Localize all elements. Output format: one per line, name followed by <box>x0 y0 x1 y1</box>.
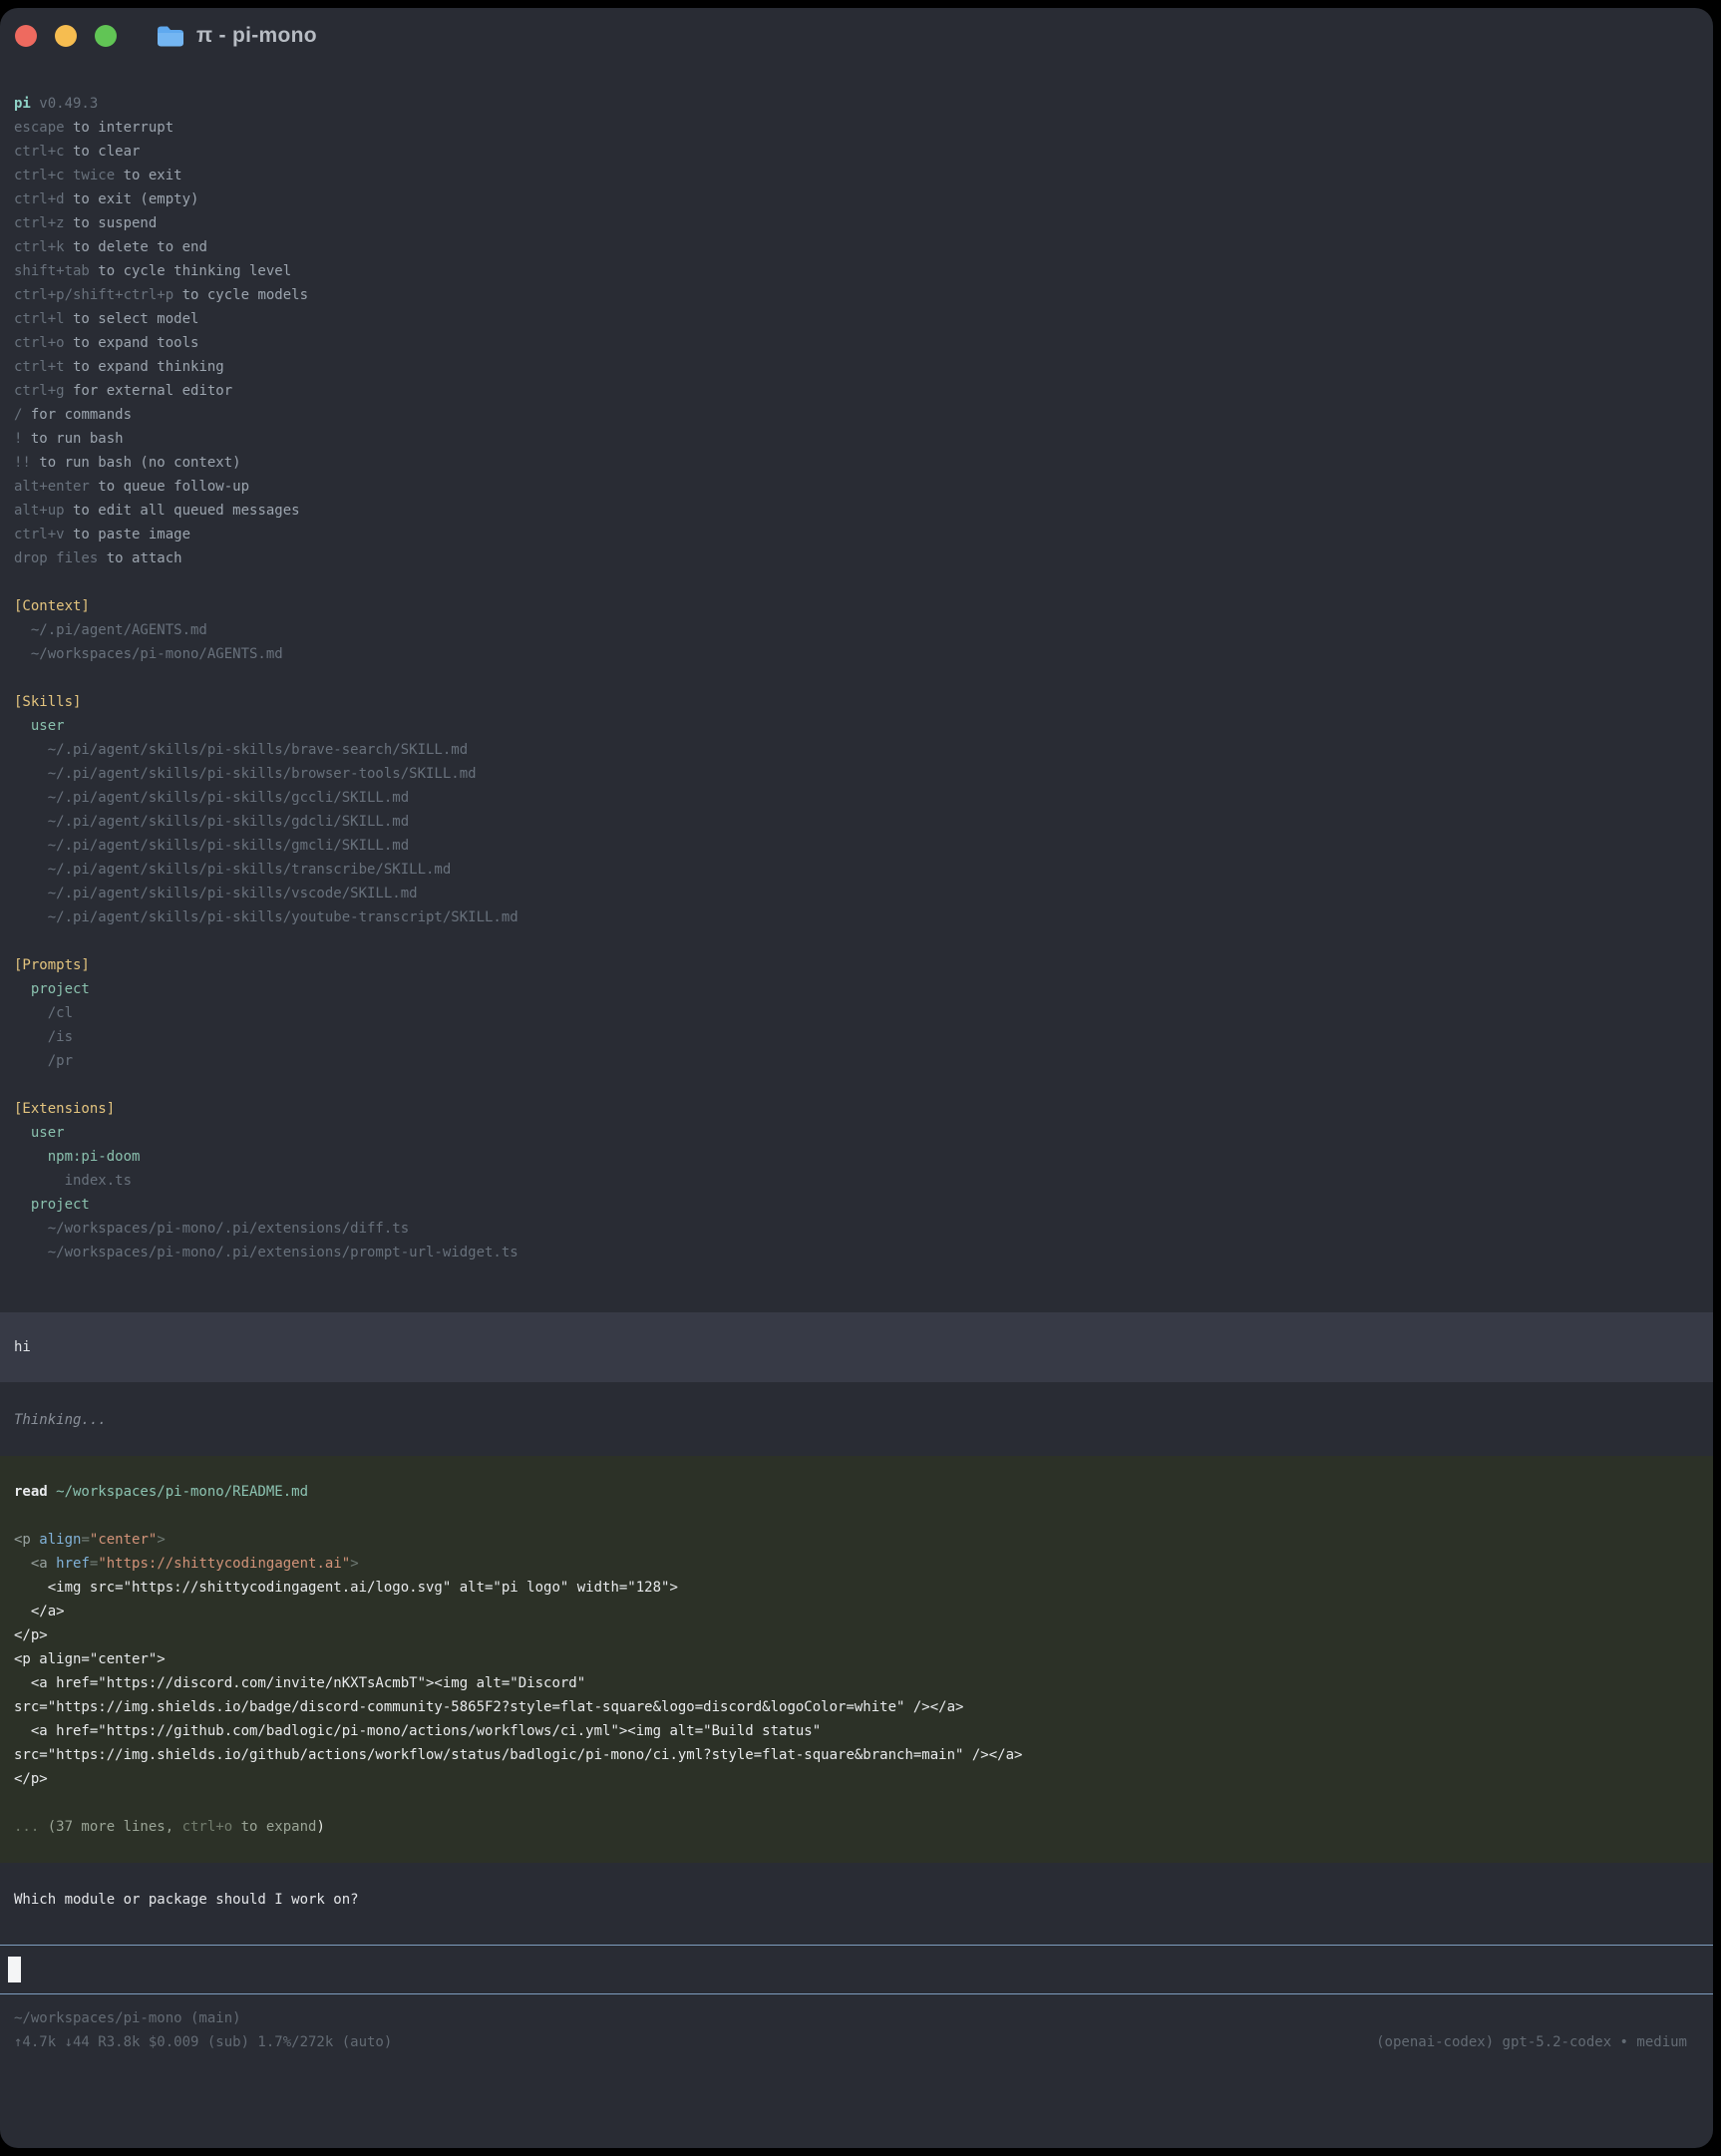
skill-path: ~/.pi/agent/skills/pi-skills/youtube-tra… <box>14 905 1699 929</box>
extensions-user-scope: user <box>14 1121 1699 1145</box>
shortcut-line: alt+up to edit all queued messages <box>14 499 1699 523</box>
user-message-band: hi <box>0 1312 1713 1382</box>
shortcut-line: ctrl+v to paste image <box>14 523 1699 546</box>
status-bar: ~/workspaces/pi-mono (main) ↑4.7k ↓44 R3… <box>14 1994 1699 2054</box>
shortcut-line: ctrl+o to expand tools <box>14 331 1699 355</box>
code-line: <a href="https://shittycodingagent.ai"> <box>14 1552 1699 1576</box>
code-line: </p> <box>14 1623 1699 1647</box>
extension-npm-file: index.ts <box>14 1169 1699 1193</box>
extension-path: ~/workspaces/pi-mono/.pi/extensions/diff… <box>14 1217 1699 1241</box>
extension-path: ~/workspaces/pi-mono/.pi/extensions/prom… <box>14 1241 1699 1264</box>
code-line: src="https://img.shields.io/badge/discor… <box>14 1695 1699 1719</box>
blank-line <box>14 1791 1699 1815</box>
prompt-item: /is <box>14 1025 1699 1049</box>
code-line: <p align="center"> <box>14 1528 1699 1552</box>
text-cursor <box>8 1957 21 1982</box>
terminal-content: pi v0.49.3 escape to interrupt ctrl+c to… <box>0 64 1713 2054</box>
blank-line <box>14 1504 1699 1528</box>
extensions-project-scope: project <box>14 1193 1699 1217</box>
shortcut-line: ctrl+l to select model <box>14 307 1699 331</box>
status-row: ↑4.7k ↓44 R3.8k $0.009 (sub) 1.7%/272k (… <box>14 2030 1699 2054</box>
blank-line <box>14 1073 1699 1097</box>
code-line: <img src="https://shittycodingagent.ai/l… <box>14 1576 1699 1600</box>
close-window-button[interactable] <box>15 25 37 47</box>
zoom-window-button[interactable] <box>95 25 117 47</box>
prompt-input[interactable] <box>0 1945 1713 1994</box>
shortcut-line: / for commands <box>14 403 1699 427</box>
app-name: pi <box>14 96 31 112</box>
shortcut-line: ctrl+g for external editor <box>14 379 1699 403</box>
shortcut-line: escape to interrupt <box>14 116 1699 140</box>
prompt-item: /pr <box>14 1049 1699 1073</box>
code-line: src="https://img.shields.io/github/actio… <box>14 1743 1699 1767</box>
minimize-window-button[interactable] <box>55 25 77 47</box>
shortcut-line: shift+tab to cycle thinking level <box>14 259 1699 283</box>
code-line: <a href="https://discord.com/invite/nKXT… <box>14 1671 1699 1695</box>
blank-line <box>14 666 1699 690</box>
assistant-message: Which module or package should I work on… <box>14 1888 1699 1912</box>
prompts-scope: project <box>14 977 1699 1001</box>
extension-npm-package: npm:pi-doom <box>14 1145 1699 1169</box>
skill-path: ~/.pi/agent/skills/pi-skills/vscode/SKIL… <box>14 882 1699 905</box>
tool-call-band: read ~/workspaces/pi-mono/README.md <p a… <box>0 1456 1713 1863</box>
context-path: ~/.pi/agent/AGENTS.md <box>14 618 1699 642</box>
shortcut-line: ctrl+z to suspend <box>14 211 1699 235</box>
app-version: v0.49.3 <box>31 96 98 112</box>
skill-path: ~/.pi/agent/skills/pi-skills/gccli/SKILL… <box>14 786 1699 810</box>
shortcut-line: ! to run bash <box>14 427 1699 451</box>
skill-path: ~/.pi/agent/skills/pi-skills/gdcli/SKILL… <box>14 810 1699 834</box>
prompt-item: /cl <box>14 1001 1699 1025</box>
version-line: pi v0.49.3 <box>14 92 1699 116</box>
truncation-notice: ... (37 more lines, ctrl+o to expand) <box>14 1815 1699 1839</box>
code-line: <p align="center"> <box>14 1647 1699 1671</box>
shortcut-line: ctrl+c to clear <box>14 140 1699 164</box>
skill-path: ~/.pi/agent/skills/pi-skills/brave-searc… <box>14 738 1699 762</box>
skills-section-header: [Skills] <box>14 690 1699 714</box>
context-section-header: [Context] <box>14 594 1699 618</box>
titlebar: π - pi-mono <box>0 8 1713 64</box>
shortcut-line: drop files to attach <box>14 546 1699 570</box>
code-line: <a href="https://github.com/badlogic/pi-… <box>14 1719 1699 1743</box>
window-title: π - pi-mono <box>196 24 317 48</box>
blank-line <box>14 570 1699 594</box>
prompts-section-header: [Prompts] <box>14 953 1699 977</box>
shortcut-line: ctrl+d to exit (empty) <box>14 187 1699 211</box>
shortcut-line: ctrl+c twice to exit <box>14 164 1699 187</box>
tool-name: read <box>14 1484 48 1500</box>
code-line: </a> <box>14 1600 1699 1623</box>
shortcut-line: ctrl+p/shift+ctrl+p to cycle models <box>14 283 1699 307</box>
skill-path: ~/.pi/agent/skills/pi-skills/transcribe/… <box>14 858 1699 882</box>
shortcut-line: ctrl+t to expand thinking <box>14 355 1699 379</box>
thinking-indicator: Thinking... <box>14 1408 1699 1432</box>
tool-call-header: read ~/workspaces/pi-mono/README.md <box>14 1480 1699 1504</box>
folder-icon <box>157 25 184 47</box>
shortcut-line: alt+enter to queue follow-up <box>14 475 1699 499</box>
skill-path: ~/.pi/agent/skills/pi-skills/browser-too… <box>14 762 1699 786</box>
skills-scope: user <box>14 714 1699 738</box>
terminal-window: π - pi-mono pi v0.49.3 escape to interru… <box>0 8 1713 2148</box>
shortcut-line: !! to run bash (no context) <box>14 451 1699 475</box>
user-message: hi <box>14 1335 1699 1359</box>
context-path: ~/workspaces/pi-mono/AGENTS.md <box>14 642 1699 666</box>
extensions-section-header: [Extensions] <box>14 1097 1699 1121</box>
shortcut-line: ctrl+k to delete to end <box>14 235 1699 259</box>
status-model-info: (openai-codex) gpt-5.2-codex • medium <box>1376 2030 1687 2054</box>
skill-path: ~/.pi/agent/skills/pi-skills/gmcli/SKILL… <box>14 834 1699 858</box>
code-line: </p> <box>14 1767 1699 1791</box>
status-cwd: ~/workspaces/pi-mono (main) <box>14 2006 1699 2030</box>
tool-arg-path: ~/workspaces/pi-mono/README.md <box>48 1484 308 1500</box>
blank-line <box>14 929 1699 953</box>
status-token-stats: ↑4.7k ↓44 R3.8k $0.009 (sub) 1.7%/272k (… <box>14 2030 392 2054</box>
